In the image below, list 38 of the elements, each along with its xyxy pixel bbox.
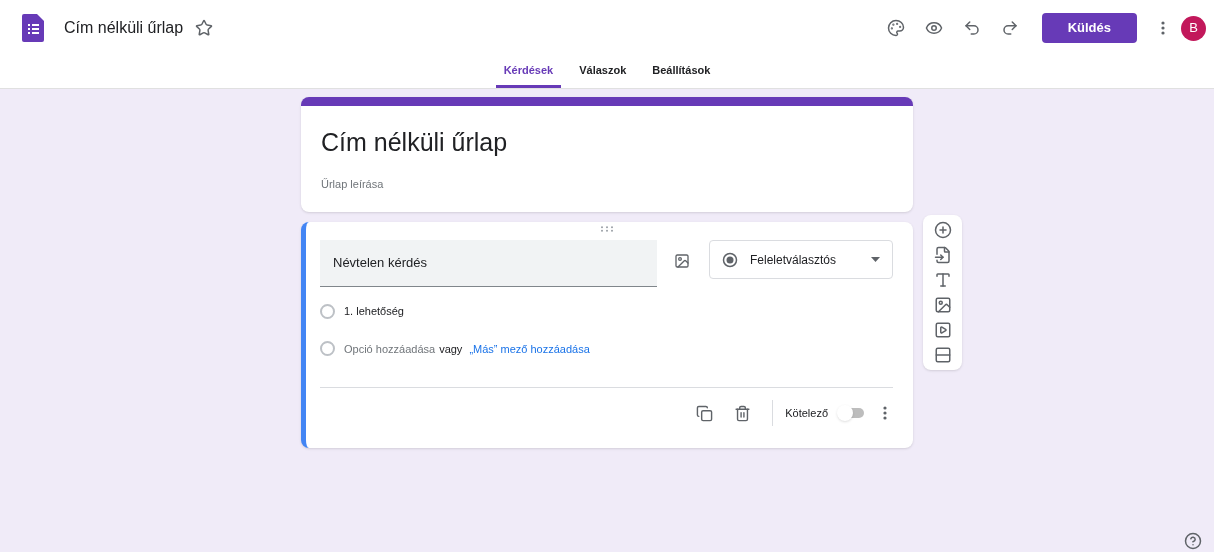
- add-option-link[interactable]: Opció hozzáadása: [344, 340, 436, 357]
- more-icon: [1161, 21, 1165, 35]
- section-icon[interactable]: [933, 346, 952, 364]
- trash-icon: [733, 404, 751, 422]
- image-icon[interactable]: [933, 296, 952, 314]
- copy-icon: [695, 404, 713, 422]
- title-icon[interactable]: [933, 271, 952, 289]
- required-label: Kötelező: [785, 405, 828, 421]
- video-icon[interactable]: [933, 321, 952, 339]
- undo-icon: [962, 19, 981, 37]
- forms-logo-icon[interactable]: [22, 14, 44, 42]
- or-text: vagy: [439, 341, 463, 357]
- tab[interactable]: Kérdések: [495, 56, 562, 88]
- radio-button[interactable]: [320, 303, 335, 319]
- question-field[interactable]: Névtelen kérdés: [320, 240, 657, 287]
- import-icon[interactable]: [933, 246, 952, 264]
- add-other-link[interactable]: „Más” mező hozzáadása: [469, 340, 590, 357]
- palette-icon: [886, 19, 905, 37]
- required-switch[interactable]: [837, 405, 865, 421]
- dropdown-arrow-icon: [871, 257, 880, 262]
- help-icon[interactable]: [1184, 532, 1202, 550]
- form-title[interactable]: Cím nélküli űrlap: [321, 124, 893, 162]
- image-icon[interactable]: [674, 253, 690, 269]
- form-name[interactable]: Cím nélküli űrlap: [64, 16, 184, 40]
- more-icon: [883, 406, 887, 420]
- avatar[interactable]: B: [1181, 15, 1206, 41]
- tab[interactable]: Válaszok: [571, 56, 635, 88]
- eye-icon: [924, 19, 943, 37]
- form-description[interactable]: Űrlap leírása: [321, 175, 893, 192]
- drag-handle-icon[interactable]: [599, 226, 614, 232]
- star-icon[interactable]: [195, 19, 214, 37]
- redo-icon: [1000, 19, 1019, 37]
- radio-type-icon: [722, 251, 738, 268]
- tab[interactable]: Beállítások: [644, 56, 719, 88]
- send-button[interactable]: Küldés: [1041, 13, 1137, 43]
- option-label[interactable]: 1. lehetőség: [344, 303, 404, 320]
- add-question-icon[interactable]: [933, 221, 952, 239]
- question-type-dropdown[interactable]: Feleletválasztós: [709, 240, 893, 279]
